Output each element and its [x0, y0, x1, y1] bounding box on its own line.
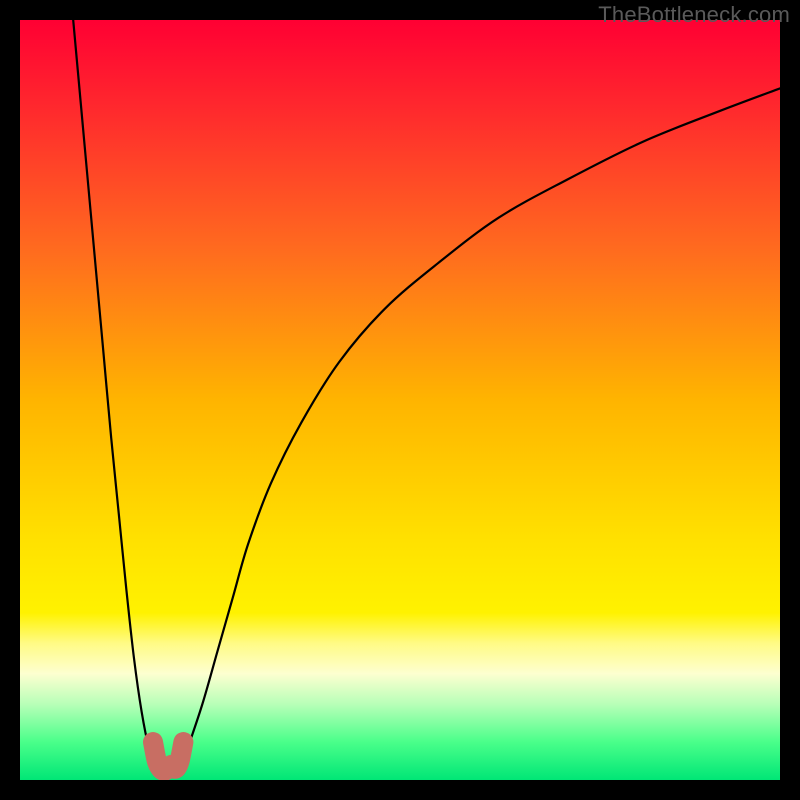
right-branch-curve: [180, 88, 780, 772]
chart-curves: [20, 20, 780, 780]
plot-area: [20, 20, 780, 780]
u-blob-marker: [153, 742, 183, 771]
chart-frame: TheBottleneck.com: [0, 0, 800, 800]
left-branch-curve: [73, 20, 157, 772]
watermark-text: TheBottleneck.com: [598, 2, 790, 28]
